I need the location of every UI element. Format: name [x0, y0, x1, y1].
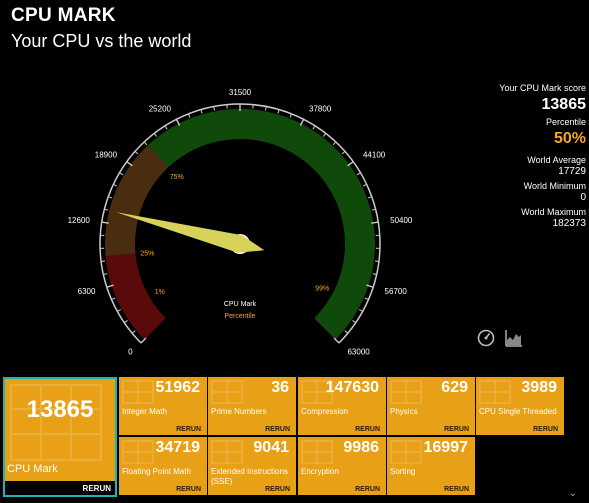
- cpu-mark-rerun-button[interactable]: RERUN: [83, 484, 111, 493]
- tile-extended-instructions[interactable]: 9041 Extended Instructions (SSE) RERUN: [208, 437, 296, 495]
- tile-label: Prime Numbers: [211, 407, 267, 416]
- gauge-band-low: [105, 253, 166, 340]
- world-average-label: World Average: [527, 155, 586, 165]
- world-maximum-value: 182373: [552, 218, 586, 229]
- tile-label: CPU Single Threaded: [479, 407, 557, 416]
- tile-value: 629: [441, 379, 468, 396]
- gauge-tick: [333, 337, 340, 344]
- tile-compression[interactable]: 147630 Compression RERUN: [298, 377, 386, 435]
- gauge-center-sublabel: Percentile: [224, 313, 255, 320]
- tile-value: 3989: [521, 379, 557, 396]
- tile-label: Extended Instructions (SSE): [211, 467, 288, 486]
- world-minimum-value: 0: [580, 192, 586, 203]
- chevron-down-icon[interactable]: ⌄: [569, 488, 577, 499]
- gauge-tick-label: 18900: [95, 151, 118, 160]
- gauge-tick-label: 63000: [347, 347, 370, 356]
- gauge-tick-label: 6300: [78, 287, 96, 296]
- world-minimum-label: World Minimum: [523, 181, 586, 191]
- tile-prime-numbers[interactable]: 36 Prime Numbers RERUN: [208, 377, 296, 435]
- gauge-tick-label: 31500: [229, 88, 252, 97]
- rerun-button[interactable]: RERUN: [265, 426, 290, 433]
- percentile-mark-label: 75%: [170, 174, 184, 181]
- tile-label: Encryption: [301, 467, 339, 476]
- score-value: 13865: [541, 96, 587, 113]
- gauge-center-label: CPU Mark: [224, 301, 257, 308]
- tile-label: Floating Point Math: [122, 467, 191, 476]
- tile-value: 9041: [253, 439, 289, 456]
- tile-integer-math[interactable]: 51962 Integer Math RERUN: [119, 377, 207, 435]
- percentile-mark-label: 99%: [315, 285, 329, 292]
- tile-label: Sorting: [390, 467, 416, 476]
- percentile-label: Percentile: [545, 117, 586, 127]
- score-label: Your CPU Mark score: [499, 83, 586, 93]
- gauge-band-mid: [105, 145, 169, 257]
- gauge-tick-label: 44100: [363, 151, 386, 160]
- gauge-needle: [116, 212, 265, 253]
- rerun-button[interactable]: RERUN: [355, 486, 380, 493]
- tile-value: 36: [271, 379, 289, 396]
- cpu-mark-label: CPU Mark: [7, 463, 58, 475]
- gauge-tick-label: 56700: [385, 287, 408, 296]
- tile-value: 9986: [343, 439, 379, 456]
- gauge-icon[interactable]: [477, 329, 495, 347]
- rerun-button[interactable]: RERUN: [265, 486, 290, 493]
- gauge-tick: [140, 337, 147, 344]
- world-maximum-label: World Maximum: [521, 207, 586, 217]
- percentile-value: 50%: [553, 130, 586, 147]
- tile-floating-point-math[interactable]: 34719 Floating Point Math RERUN: [119, 437, 207, 495]
- rerun-button[interactable]: RERUN: [444, 426, 469, 433]
- world-average-value: 17729: [558, 166, 586, 177]
- cpu-mark-tile[interactable]: 13865 CPU Mark RERUN: [3, 377, 117, 497]
- gauge-tick-label: 12600: [68, 216, 91, 225]
- gauge-tick-label: 0: [128, 347, 133, 356]
- rerun-button[interactable]: RERUN: [176, 426, 201, 433]
- tile-label: Compression: [301, 407, 349, 416]
- rerun-button[interactable]: RERUN: [444, 486, 469, 493]
- tile-value: 147630: [325, 379, 379, 396]
- gauge-tick-label: 25200: [149, 105, 172, 114]
- tile-value: 16997: [423, 439, 469, 456]
- tile-value: 34719: [155, 439, 201, 456]
- percentile-mark-label: 25%: [140, 250, 154, 257]
- tile-physics[interactable]: 629 Physics RERUN: [387, 377, 475, 435]
- tile-encryption[interactable]: 9986 Encryption RERUN: [298, 437, 386, 495]
- tile-label: Integer Math: [122, 407, 167, 416]
- tile-value: 51962: [155, 379, 201, 396]
- tile-sorting[interactable]: 16997 Sorting RERUN: [387, 437, 475, 495]
- score-panel: Your CPU Mark score 13865 Percentile 50%…: [386, 82, 586, 232]
- tile-label: Physics: [390, 407, 418, 416]
- chart-icon[interactable]: [505, 329, 523, 347]
- gauge-band-high: [148, 108, 376, 340]
- percentile-mark-label: 1%: [155, 289, 165, 296]
- tile-cpu-single-threaded[interactable]: 3989 CPU Single Threaded RERUN: [476, 377, 564, 435]
- rerun-button[interactable]: RERUN: [355, 426, 380, 433]
- rerun-button[interactable]: RERUN: [533, 426, 558, 433]
- rerun-button[interactable]: RERUN: [176, 486, 201, 493]
- gauge-tick-label: 37800: [309, 105, 332, 114]
- cpu-mark-value: 13865: [26, 396, 94, 423]
